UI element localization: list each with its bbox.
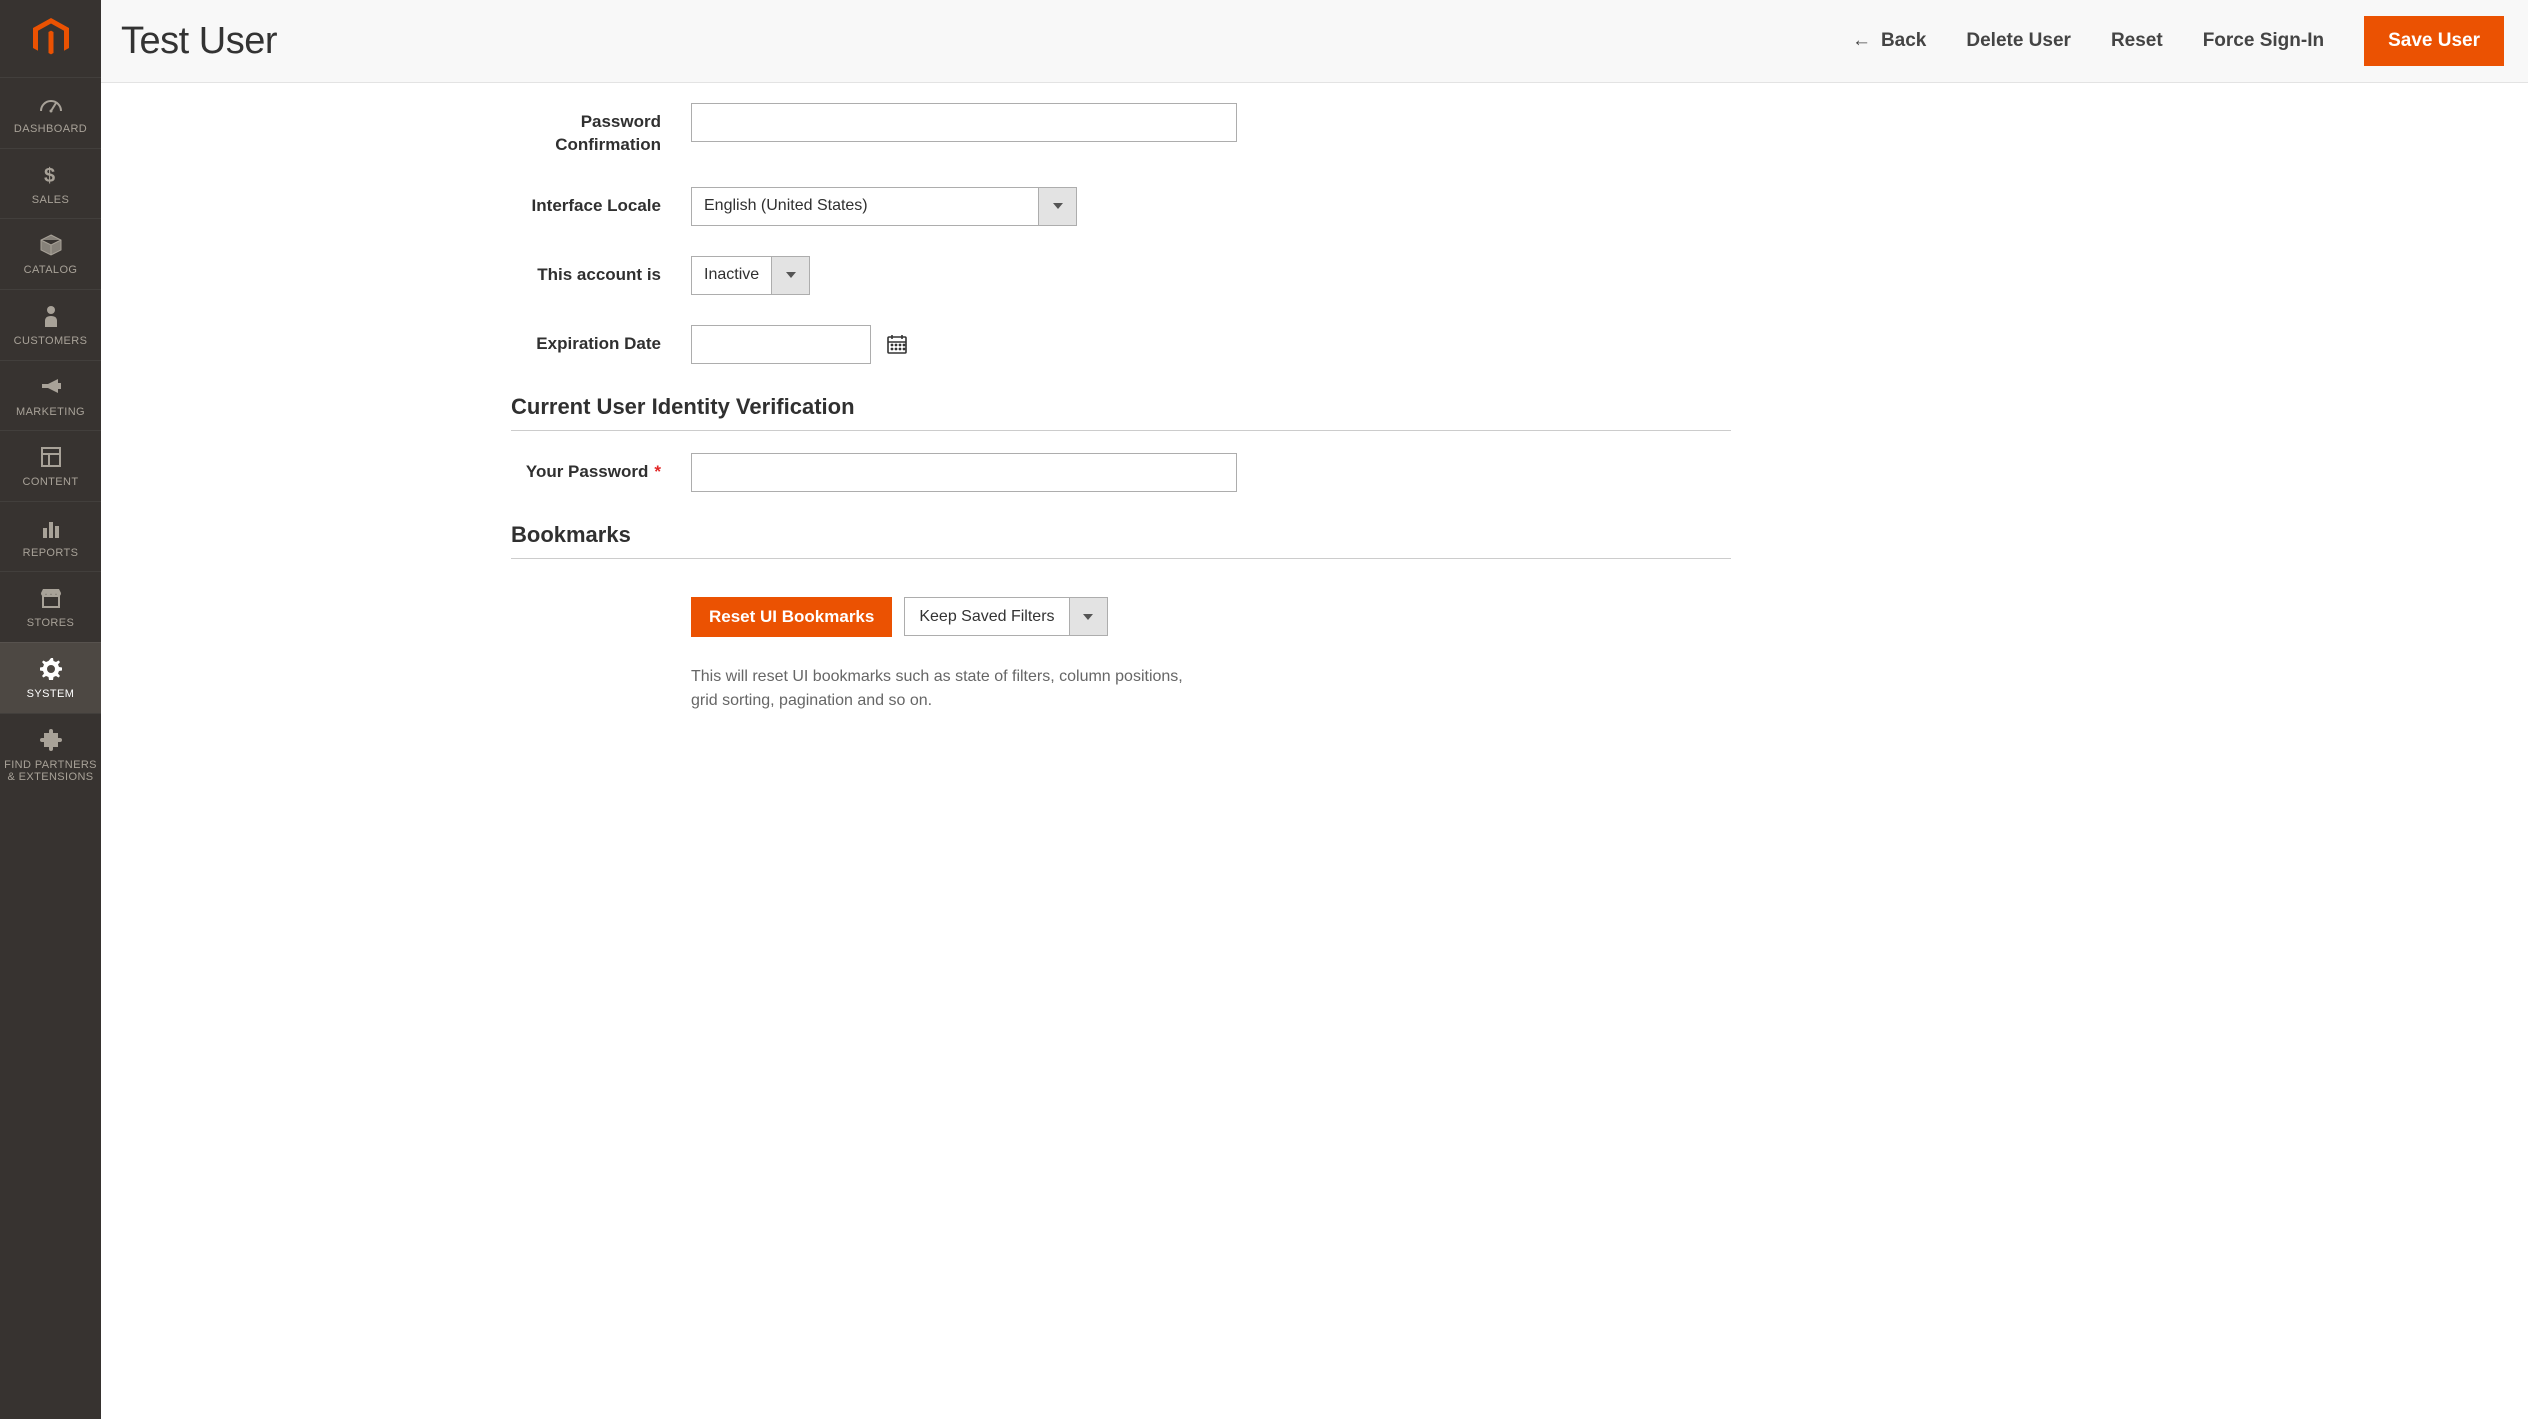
sidebar-item-catalog[interactable]: CATALOG xyxy=(0,218,101,289)
back-button[interactable]: ← Back xyxy=(1852,30,1926,52)
interface-locale-value: English (United States) xyxy=(692,188,1038,225)
sidebar-item-partners[interactable]: FIND PARTNERS & EXTENSIONS xyxy=(0,713,101,796)
box-icon xyxy=(40,233,62,257)
arrow-left-icon: ← xyxy=(1852,30,1871,52)
sidebar-item-sales[interactable]: $ SALES xyxy=(0,148,101,219)
bookmarks-section-title: Bookmarks xyxy=(511,522,1731,559)
dollar-icon: $ xyxy=(44,163,58,187)
interface-locale-label: Interface Locale xyxy=(511,187,691,218)
sidebar-item-content[interactable]: CONTENT xyxy=(0,430,101,501)
sidebar-item-dashboard[interactable]: DASHBOARD xyxy=(0,77,101,148)
sidebar-item-label: CATALOG xyxy=(24,264,78,277)
chevron-down-icon xyxy=(1038,188,1076,225)
your-password-input[interactable] xyxy=(691,453,1237,492)
bookmarks-hint: This will reset UI bookmarks such as sta… xyxy=(691,665,1211,713)
megaphone-icon xyxy=(40,375,62,399)
required-asterisk: * xyxy=(654,462,661,481)
field-password-confirmation: Password Confirmation xyxy=(511,103,1731,157)
gauge-icon xyxy=(39,92,63,116)
sidebar-item-label: DASHBOARD xyxy=(14,123,87,136)
expiration-date-label: Expiration Date xyxy=(511,325,691,356)
bar-chart-icon xyxy=(41,516,61,540)
your-password-label: Your Password* xyxy=(511,453,691,484)
page-title: Test User xyxy=(121,20,277,63)
password-confirmation-input[interactable] xyxy=(691,103,1237,142)
magento-logo[interactable] xyxy=(0,0,101,77)
bookmark-filter-value: Keep Saved Filters xyxy=(905,598,1068,635)
sidebar-item-reports[interactable]: REPORTS xyxy=(0,501,101,572)
back-label: Back xyxy=(1881,30,1926,52)
admin-sidebar: DASHBOARD $ SALES CATALOG CUSTOMERS xyxy=(0,0,101,1419)
account-is-label: This account is xyxy=(511,256,691,287)
delete-user-button[interactable]: Delete User xyxy=(1966,30,2071,52)
sidebar-item-system[interactable]: SYSTEM xyxy=(0,642,101,713)
puzzle-icon xyxy=(40,728,62,752)
identity-section-title: Current User Identity Verification xyxy=(511,394,1731,431)
sidebar-item-label: FIND PARTNERS & EXTENSIONS xyxy=(4,759,97,784)
account-is-value: Inactive xyxy=(692,257,771,294)
store-icon xyxy=(40,586,62,610)
page-header: Test User ← Back Delete User Reset Force… xyxy=(101,0,2528,83)
account-is-select[interactable]: Inactive xyxy=(691,256,810,295)
sidebar-item-label: STORES xyxy=(27,617,74,630)
calendar-icon[interactable] xyxy=(885,332,909,356)
sidebar-item-label: REPORTS xyxy=(23,547,79,560)
layout-icon xyxy=(41,445,61,469)
svg-text:$: $ xyxy=(44,165,56,186)
sidebar-item-label: CONTENT xyxy=(23,476,79,489)
field-your-password: Your Password* xyxy=(511,453,1731,492)
field-interface-locale: Interface Locale English (United States) xyxy=(511,187,1731,226)
force-signin-button[interactable]: Force Sign-In xyxy=(2203,30,2324,52)
field-bookmarks: Reset UI Bookmarks Keep Saved Filters Th… xyxy=(511,597,1731,713)
expiration-date-input[interactable] xyxy=(691,325,871,364)
reset-ui-bookmarks-button[interactable]: Reset UI Bookmarks xyxy=(691,597,892,637)
chevron-down-icon xyxy=(1069,598,1107,635)
chevron-down-icon xyxy=(771,257,809,294)
sidebar-item-marketing[interactable]: MARKETING xyxy=(0,360,101,431)
bookmark-filter-select[interactable]: Keep Saved Filters xyxy=(904,597,1107,636)
field-account-is: This account is Inactive xyxy=(511,256,1731,295)
header-actions: ← Back Delete User Reset Force Sign-In S… xyxy=(1852,16,2504,66)
content-area: Password Confirmation Interface Locale E… xyxy=(101,83,2528,1419)
reset-button[interactable]: Reset xyxy=(2111,30,2163,52)
gear-icon xyxy=(40,657,62,681)
sidebar-item-label: SALES xyxy=(32,194,69,207)
sidebar-item-stores[interactable]: STORES xyxy=(0,571,101,642)
sidebar-item-label: MARKETING xyxy=(16,406,85,419)
field-expiration-date: Expiration Date xyxy=(511,325,1731,364)
interface-locale-select[interactable]: English (United States) xyxy=(691,187,1077,226)
password-confirmation-label: Password Confirmation xyxy=(511,103,691,157)
person-icon xyxy=(44,304,58,328)
sidebar-item-customers[interactable]: CUSTOMERS xyxy=(0,289,101,360)
save-user-button[interactable]: Save User xyxy=(2364,16,2504,66)
sidebar-item-label: CUSTOMERS xyxy=(14,335,88,348)
sidebar-item-label: SYSTEM xyxy=(27,688,75,701)
